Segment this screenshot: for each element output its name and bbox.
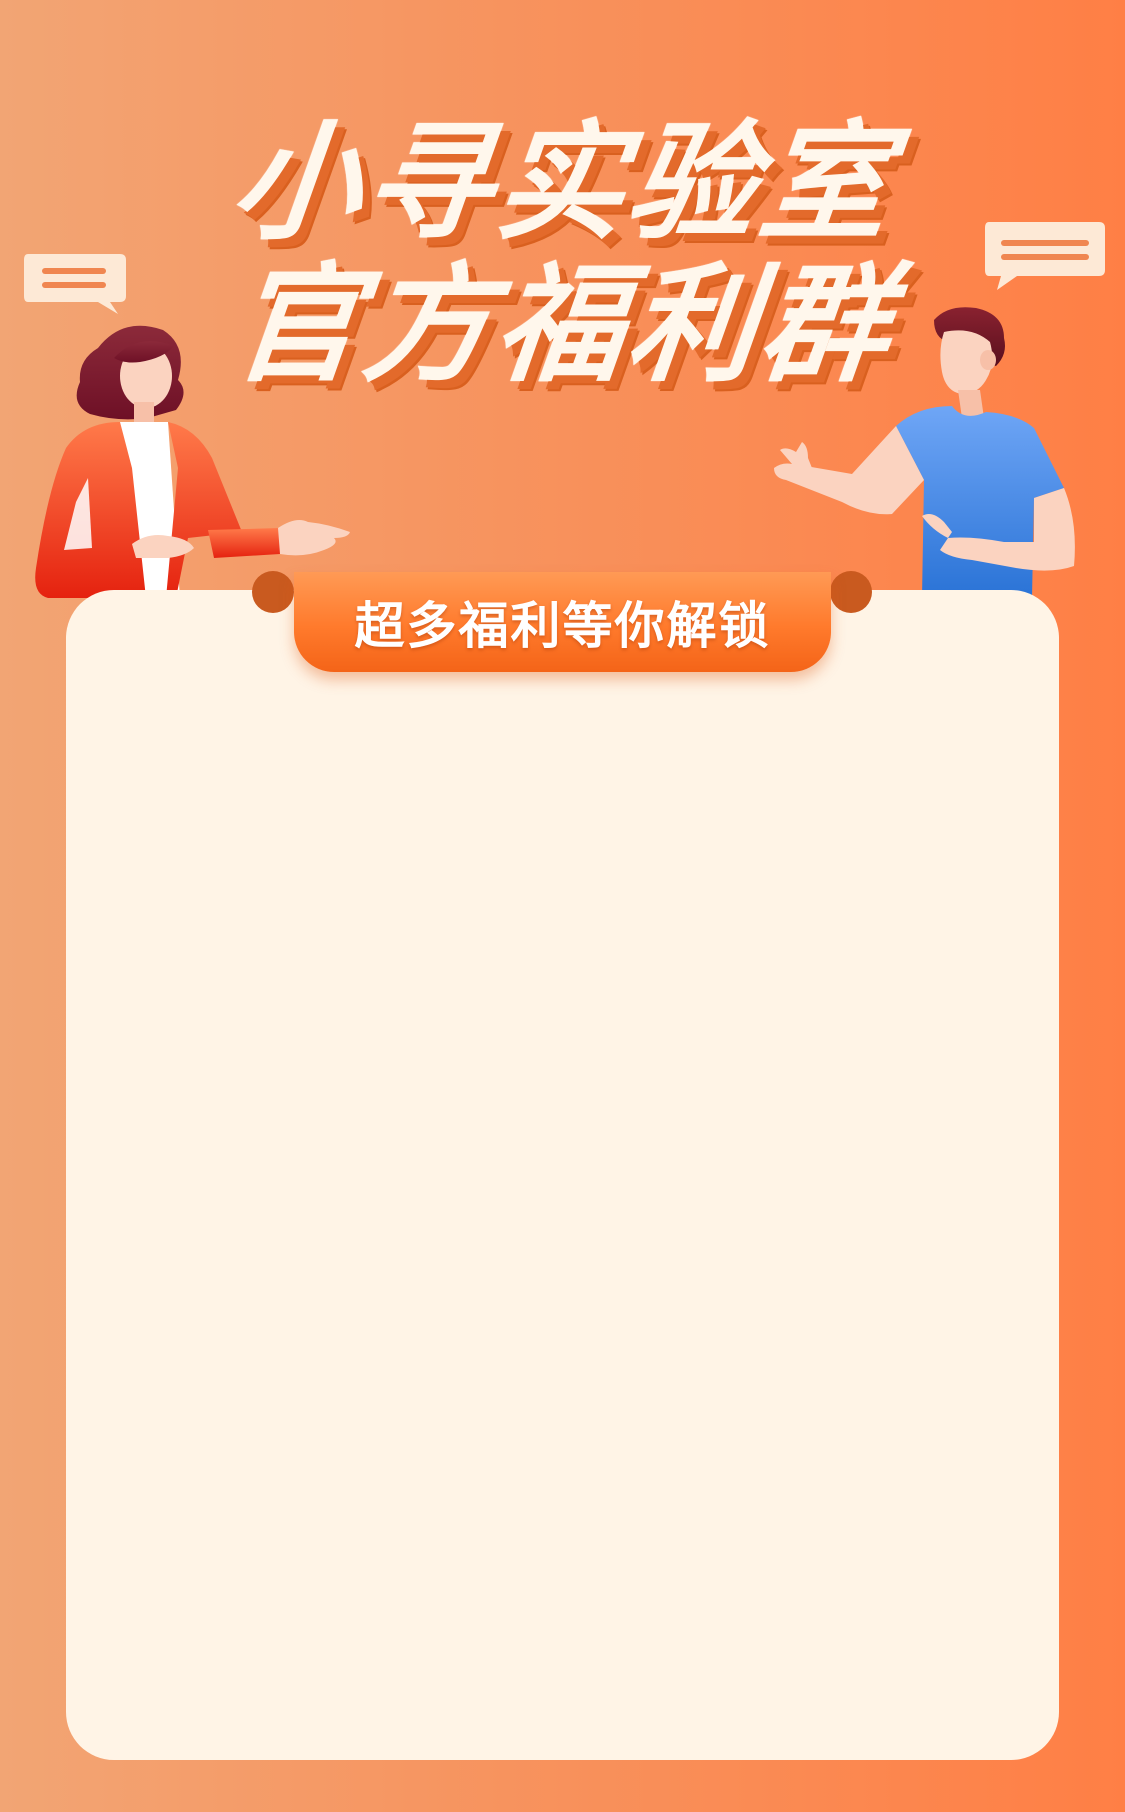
speech-bubble-left-icon bbox=[24, 254, 126, 314]
title-line-1: 小寻实验室 bbox=[224, 109, 901, 258]
poster-background: 小寻实验室 官方福利群 超多福利等你解锁 bbox=[0, 0, 1125, 1812]
benefits-banner: 超多福利等你解锁 bbox=[294, 572, 831, 672]
man-presenting-illustration bbox=[774, 307, 1075, 598]
tab-fold-left bbox=[252, 571, 294, 613]
content-card bbox=[66, 590, 1059, 1760]
woman-presenting-illustration bbox=[35, 325, 350, 598]
tab-fold-right bbox=[830, 571, 872, 613]
benefits-banner-label: 超多福利等你解锁 bbox=[354, 597, 771, 655]
speech-bubble-right-icon bbox=[985, 222, 1105, 290]
